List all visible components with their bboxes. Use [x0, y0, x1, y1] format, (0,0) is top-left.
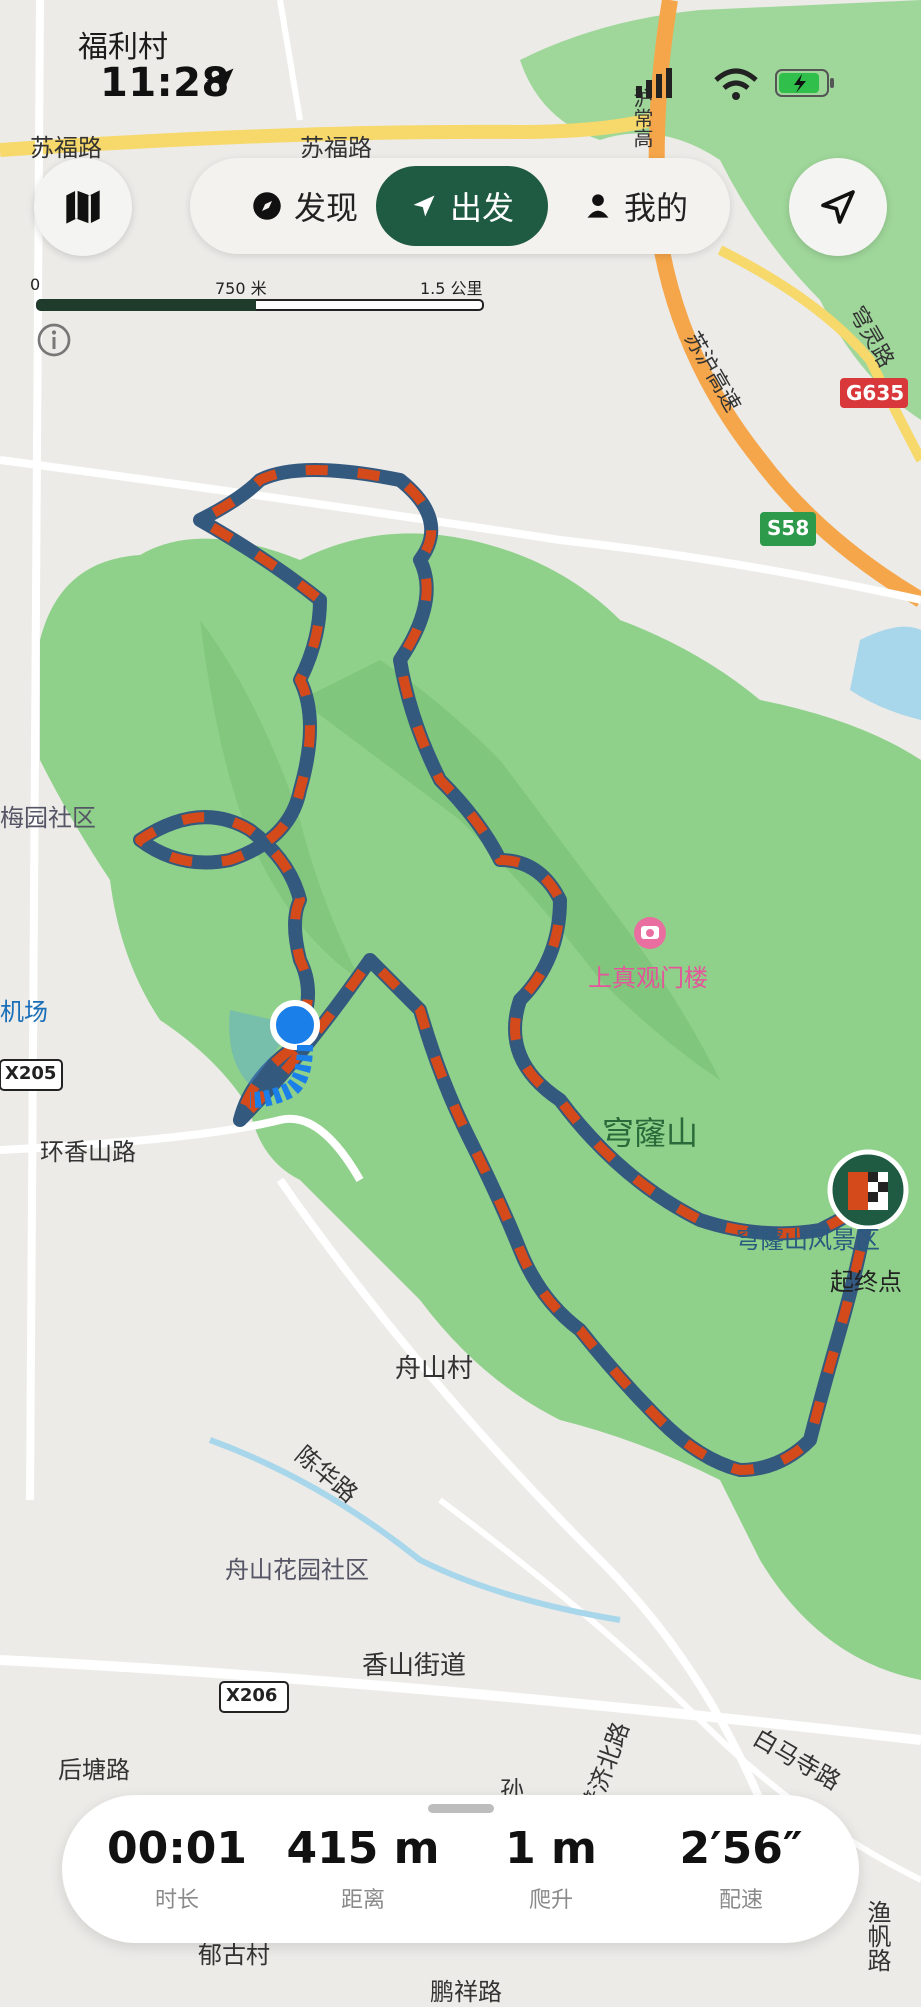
compass-icon	[253, 192, 281, 220]
map-label-village: 舟山村	[395, 1354, 474, 1384]
signal-wifi-battery-icons	[636, 68, 834, 100]
badge-x206-label: X206	[226, 1685, 278, 1706]
map-label-scenic: 穹窿山风景区	[736, 1226, 880, 1254]
stat-pace-label: 配速	[718, 1888, 763, 1913]
map-label-start-end: 起终点	[830, 1268, 902, 1296]
map-label-road: 后塘路	[58, 1756, 130, 1784]
stat-pace: 2′56″ 配速	[646, 1823, 836, 1914]
navigation-arrow-icon	[413, 195, 435, 217]
person-icon	[587, 194, 609, 218]
badge-g635-label: G635	[846, 381, 905, 405]
stat-distance-label: 距离	[340, 1888, 385, 1913]
location-arrow-icon	[206, 68, 234, 96]
scale-bar: 0 750 米 1.5 公里	[30, 275, 490, 315]
map-label-road: 环香山路	[40, 1138, 136, 1166]
stat-duration: 00:01 时长	[82, 1823, 272, 1914]
stat-climb-label: 爬升	[528, 1888, 573, 1913]
map-label-community: 梅园社区	[0, 804, 96, 832]
location-arrow-icon	[821, 190, 855, 224]
tab-depart-label: 出发	[449, 189, 514, 227]
battery-icon	[775, 69, 834, 97]
tab-mine[interactable]: 我的	[556, 166, 716, 246]
wifi-icon	[714, 68, 758, 100]
scale-zero: 0	[30, 275, 41, 294]
map-layers-button[interactable]	[34, 158, 132, 256]
stat-duration-label: 时长	[154, 1888, 199, 1913]
scale-end: 1.5 公里	[420, 279, 483, 298]
tab-mine-label: 我的	[623, 189, 688, 227]
stat-duration-value: 00:01	[106, 1823, 248, 1874]
lake	[850, 626, 921, 720]
map-icon	[66, 190, 100, 224]
badge-x205-label: X205	[5, 1063, 57, 1084]
map-label-airport: 机场	[0, 998, 48, 1026]
map-label-street: 香山街道	[362, 1651, 467, 1681]
locate-me-button[interactable]	[789, 158, 887, 256]
stat-distance: 415 m 距离	[268, 1823, 458, 1914]
stat-distance-value: 415 m	[286, 1823, 440, 1874]
stat-climb: 1 m 爬升	[456, 1823, 646, 1914]
activity-stats-panel[interactable]: 00:01 时长 415 m 距离 1 m 爬升 2′56″ 配速	[62, 1795, 859, 1943]
tab-discover[interactable]: 发现	[220, 166, 390, 246]
stat-pace-value: 2′56″	[679, 1823, 803, 1874]
road-white-6	[277, 0, 303, 121]
signal-icon	[636, 68, 672, 98]
map-label-poi[interactable]: 上真观门楼	[588, 958, 708, 993]
info-icon[interactable]	[36, 322, 72, 358]
map-label-road: 鹏祥路	[430, 1978, 502, 2006]
panel-drag-handle[interactable]	[428, 1804, 494, 1813]
badge-s58-label: S58	[767, 516, 810, 540]
mode-switcher: 发现 出发 我的	[190, 158, 730, 254]
map-label-mountain: 穹窿山	[602, 1114, 699, 1152]
scale-mid: 750 米	[215, 279, 267, 298]
map-label-road: 渔帆路	[863, 1900, 891, 1972]
tab-discover-label: 发现	[293, 189, 358, 227]
tab-depart[interactable]: 出发	[376, 166, 548, 246]
stat-climb-value: 1 m	[505, 1823, 597, 1874]
user-location-dot	[270, 1000, 320, 1050]
map-label-community: 舟山花园社区	[225, 1556, 369, 1584]
